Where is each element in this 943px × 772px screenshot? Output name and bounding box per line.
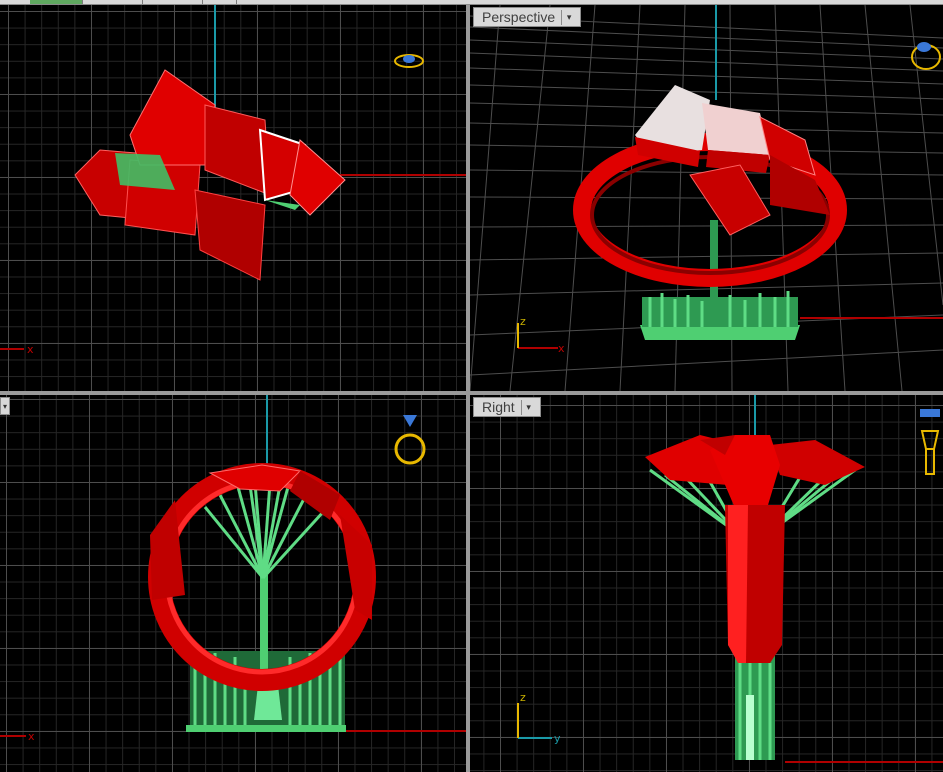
ring-preview-icon[interactable] — [920, 409, 940, 475]
viewport-title-perspective[interactable]: Perspective ▾ — [473, 7, 582, 27]
svg-text:y: y — [554, 732, 561, 745]
tab-segment[interactable] — [142, 0, 203, 4]
svg-text:z: z — [520, 691, 526, 704]
axis-indicator-right: z y — [517, 691, 561, 745]
tab-segment[interactable] — [82, 0, 143, 4]
tab-segment[interactable] — [202, 0, 237, 4]
viewport-top[interactable]: x — [0, 5, 466, 391]
viewport-perspective[interactable]: z x Perspective ▾ — [470, 5, 943, 391]
viewport-title-text: Perspective — [482, 9, 556, 25]
ring-preview-icon[interactable] — [394, 415, 426, 465]
axis-indicator-front: x — [0, 730, 35, 743]
viewport-right[interactable]: z y Right ▾ — [470, 395, 943, 772]
support-structure-front[interactable] — [186, 482, 346, 732]
active-tab-indicator[interactable] — [30, 0, 83, 4]
viewport-title-text: Right — [482, 399, 515, 415]
ring-preview-icon[interactable] — [394, 54, 424, 68]
right-view-scene: z y — [517, 395, 943, 763]
axis-indicator-top: x — [0, 343, 34, 356]
dropdown-arrow-icon[interactable]: ▾ — [520, 399, 536, 415]
dropdown-arrow-icon[interactable]: ▾ — [561, 9, 576, 25]
top-view-scene: x — [0, 5, 466, 356]
svg-text:x: x — [558, 342, 565, 355]
perspective-view-scene: z x — [470, 5, 943, 391]
front-view-scene: x — [0, 395, 466, 743]
svg-text:x: x — [27, 343, 34, 356]
svg-text:x: x — [28, 730, 35, 743]
ring-model-right[interactable] — [645, 435, 865, 663]
ring-preview-icon[interactable] — [911, 42, 941, 70]
svg-text:z: z — [520, 315, 526, 328]
viewport-title-right[interactable]: Right ▾ — [473, 397, 541, 417]
viewport-menu-front[interactable]: ▾ — [0, 397, 10, 415]
axis-indicator-perspective: z x — [517, 315, 565, 355]
ring-model-top[interactable] — [74, 69, 346, 281]
viewport-front[interactable]: x ▾ — [0, 395, 466, 772]
